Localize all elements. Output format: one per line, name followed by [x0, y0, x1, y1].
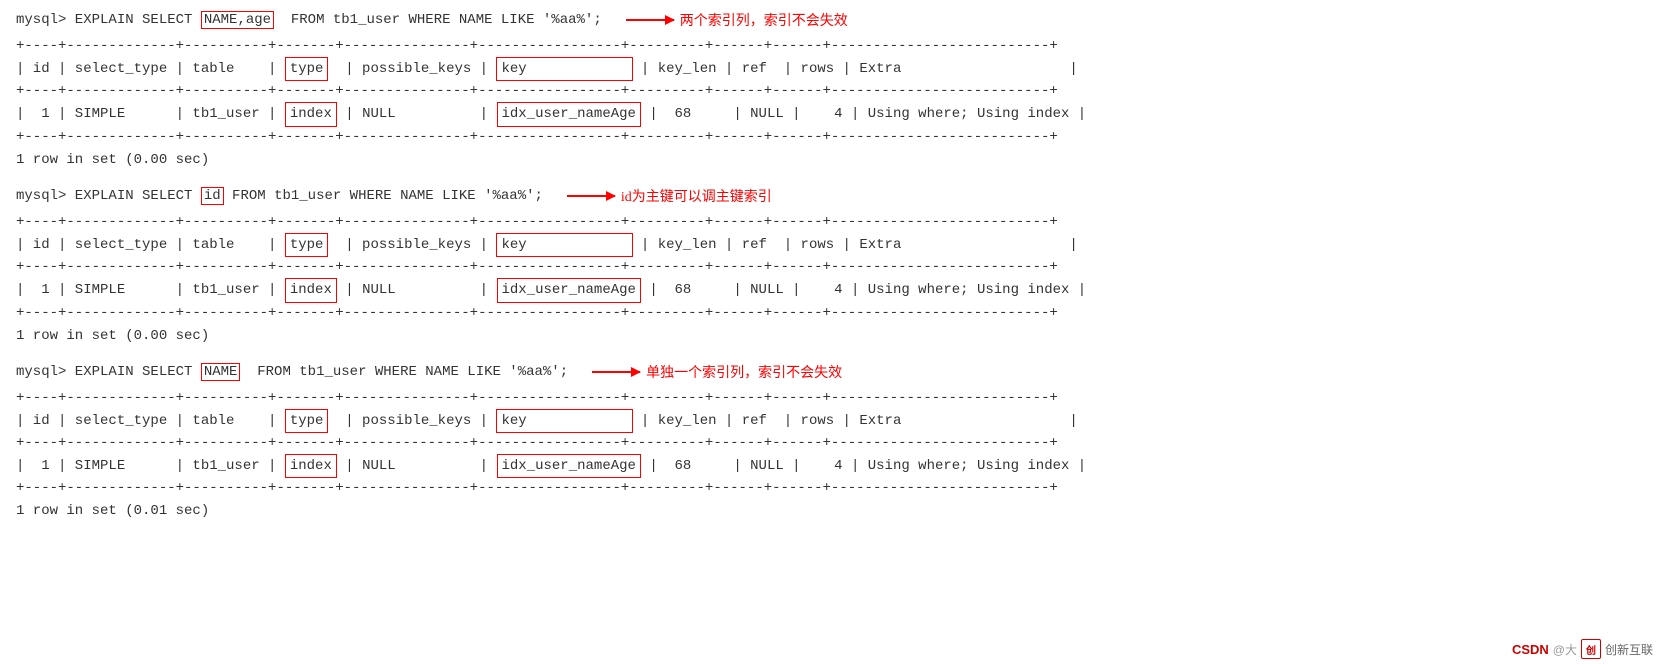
query-prefix-3: mysql> EXPLAIN SELECT — [16, 364, 201, 380]
key-data-highlight-2: idx_user_nameAge — [497, 278, 641, 302]
table-data-3: | 1 | SIMPLE | tb1_user | index | NULL |… — [16, 454, 1653, 478]
brand-name: 创新互联 — [1605, 641, 1653, 658]
type-data-highlight-2: index — [285, 278, 337, 302]
annotation-2: id为主键可以调主键索引 — [567, 186, 772, 206]
type-header-highlight-2: type — [285, 233, 329, 257]
table-data-2: | 1 | SIMPLE | tb1_user | index | NULL |… — [16, 278, 1653, 302]
csdn-logo: CSDN — [1512, 642, 1549, 657]
query-suffix-2: FROM tb1_user WHERE NAME LIKE '%aa%'; — [224, 188, 543, 204]
type-data-highlight-1: index — [285, 102, 337, 126]
annotation-1: 两个索引列，索引不会失效 — [626, 10, 848, 30]
key-data-highlight-3: idx_user_nameAge — [497, 454, 641, 478]
result-1: 1 row in set (0.00 sec) — [16, 152, 1653, 168]
result-2: 1 row in set (0.00 sec) — [16, 328, 1653, 344]
key-header-highlight-2: key — [496, 233, 632, 257]
query-prefix-1: mysql> EXPLAIN SELECT — [16, 12, 201, 28]
arrow-icon-2 — [567, 195, 615, 197]
table-sep-top-2: +----+-------------+----------+-------+-… — [16, 212, 1653, 233]
table-header-3: | id | select_type | table | type | poss… — [16, 409, 1653, 433]
annotation-3: 单独一个索引列，索引不会失效 — [592, 362, 842, 382]
table-sep-bot-2: +----+-------------+----------+-------+-… — [16, 303, 1653, 324]
table-sep-mid-3: +----+-------------+----------+-------+-… — [16, 433, 1653, 454]
section-1: mysql> EXPLAIN SELECT NAME,age FROM tb1_… — [16, 10, 1653, 168]
table-sep-mid-1: +----+-------------+----------+-------+-… — [16, 81, 1653, 102]
section-2: mysql> EXPLAIN SELECT id FROM tb1_user W… — [16, 186, 1653, 344]
query-line-3: mysql> EXPLAIN SELECT NAME FROM tb1_user… — [16, 362, 1653, 382]
annotation-text-2: id为主键可以调主键索引 — [621, 186, 772, 206]
type-header-highlight-1: type — [285, 57, 329, 81]
key-header-highlight-1: key — [496, 57, 632, 81]
query-highlight-2: id — [201, 187, 224, 205]
query-line-2: mysql> EXPLAIN SELECT id FROM tb1_user W… — [16, 186, 1653, 206]
at-sign: @大 — [1553, 641, 1577, 658]
table-sep-top-1: +----+-------------+----------+-------+-… — [16, 36, 1653, 57]
table-data-1: | 1 | SIMPLE | tb1_user | index | NULL |… — [16, 102, 1653, 126]
watermark: CSDN @大 创 创新互联 — [1512, 639, 1653, 659]
table-header-1: | id | select_type | table | type | poss… — [16, 57, 1653, 81]
chuang-logo-icon: 创 — [1581, 639, 1601, 659]
table-sep-top-3: +----+-------------+----------+-------+-… — [16, 388, 1653, 409]
table-header-2: | id | select_type | table | type | poss… — [16, 233, 1653, 257]
query-highlight-3: NAME — [201, 363, 241, 381]
section-3: mysql> EXPLAIN SELECT NAME FROM tb1_user… — [16, 362, 1653, 520]
key-header-highlight-3: key — [496, 409, 632, 433]
query-highlight-1: NAME,age — [201, 11, 274, 29]
table-sep-mid-2: +----+-------------+----------+-------+-… — [16, 257, 1653, 278]
arrow-icon-3 — [592, 371, 640, 373]
key-data-highlight-1: idx_user_nameAge — [497, 102, 641, 126]
annotation-text-3: 单独一个索引列，索引不会失效 — [646, 362, 842, 382]
table-sep-bot-1: +----+-------------+----------+-------+-… — [16, 127, 1653, 148]
query-suffix-1: FROM tb1_user WHERE NAME LIKE '%aa%'; — [274, 12, 602, 28]
annotation-text-1: 两个索引列，索引不会失效 — [680, 10, 848, 30]
query-prefix-2: mysql> EXPLAIN SELECT — [16, 188, 201, 204]
type-data-highlight-3: index — [285, 454, 337, 478]
query-line-1: mysql> EXPLAIN SELECT NAME,age FROM tb1_… — [16, 10, 1653, 30]
table-sep-bot-3: +----+-------------+----------+-------+-… — [16, 478, 1653, 499]
type-header-highlight-3: type — [285, 409, 329, 433]
result-3: 1 row in set (0.01 sec) — [16, 503, 1653, 519]
query-suffix-3: FROM tb1_user WHERE NAME LIKE '%aa%'; — [240, 364, 568, 380]
arrow-icon-1 — [626, 19, 674, 21]
